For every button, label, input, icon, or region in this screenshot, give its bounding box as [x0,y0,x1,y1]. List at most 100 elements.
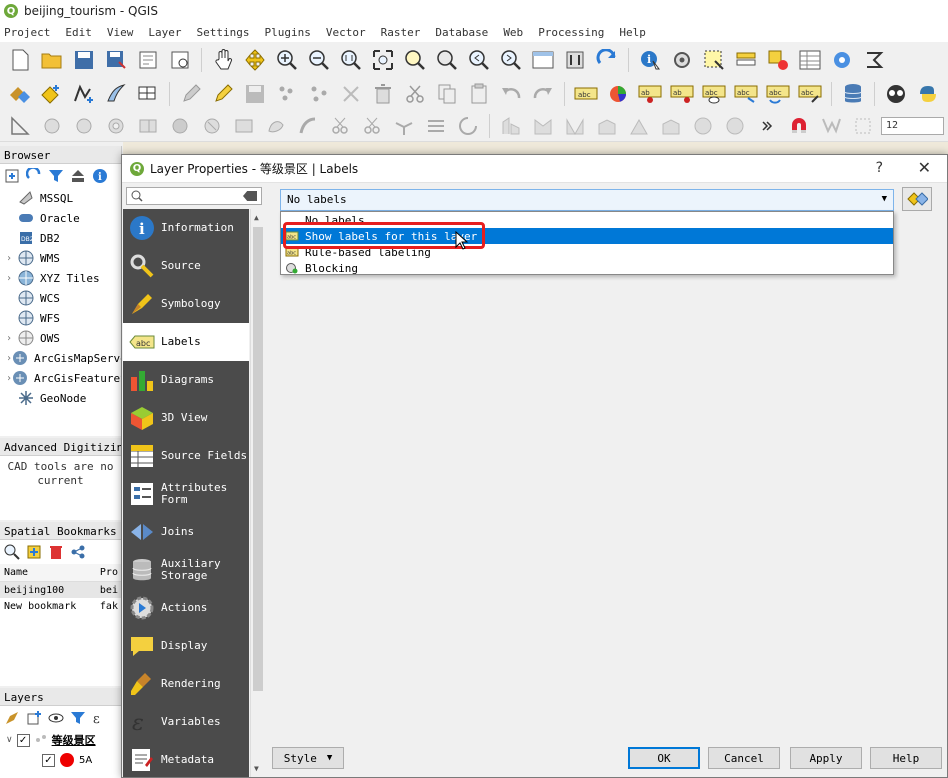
filter-legend-icon[interactable] [70,710,86,726]
manage-map-themes-icon[interactable] [48,710,64,726]
add-raster-layer-icon[interactable] [102,80,130,108]
add-point-feature-icon[interactable] [273,80,301,108]
open-project-icon[interactable] [38,46,66,74]
save-project-icon[interactable] [70,46,98,74]
shape-digitize-8-icon[interactable] [721,112,749,140]
column-header-project[interactable]: Pro [100,567,121,578]
menu-plugins[interactable]: Plugins [264,26,310,39]
select-features-icon[interactable] [700,46,728,74]
layer-item-checkbox[interactable]: ✓ [42,753,55,767]
snapping-mode-icon[interactable] [817,112,845,140]
shape-digitize-4-icon[interactable] [593,112,621,140]
run-feature-action-icon[interactable] [668,46,696,74]
add-selected-layers-icon[interactable] [4,168,20,184]
tab-source[interactable]: Source [123,247,249,285]
tab-rendering[interactable]: Rendering [123,665,249,703]
split-parts-icon[interactable] [358,112,386,140]
browser-item-ows[interactable]: › OWS [0,328,121,348]
pin-labels-icon[interactable]: ab [668,80,696,108]
collapse-arrow-icon[interactable]: ∨ [6,735,13,745]
redo-icon[interactable] [529,80,557,108]
merge-attributes-icon[interactable] [422,112,450,140]
table-row[interactable]: beijing100 bei [0,582,121,598]
browser-item-xyz-tiles[interactable]: › XYZ Tiles [0,268,121,288]
menu-project[interactable]: Project [4,26,50,39]
layout-manager-icon[interactable] [166,46,194,74]
labeling-mode-select[interactable]: No labels ▼ [280,189,894,211]
scroll-up-icon[interactable]: ▲ [254,213,259,222]
open-attribute-table-icon[interactable] [796,46,824,74]
highlight-pinned-labels-icon[interactable]: ab [636,80,664,108]
browser-item-wcs[interactable]: WCS [0,288,121,308]
zoom-next-icon[interactable] [497,46,525,74]
tab-3d-view[interactable]: 3D View [123,399,249,437]
new-layer-icon[interactable] [38,80,66,108]
tab-joins[interactable]: Joins [123,513,249,551]
tab-symbology[interactable]: Symbology [123,285,249,323]
zoom-to-selection-icon[interactable] [401,46,429,74]
tab-actions[interactable]: Actions [123,589,249,627]
snapping-tolerance-input[interactable]: 12 [881,116,944,135]
vertex-tool-icon[interactable] [305,80,333,108]
new-map-view-icon[interactable] [529,46,557,74]
simplify-feature-icon[interactable] [70,112,98,140]
table-row[interactable]: New bookmark fak [0,598,121,614]
add-group-icon[interactable] [26,710,42,726]
menu-help[interactable]: Help [619,26,646,39]
tab-labels[interactable]: abc Labels [123,323,249,361]
rotate-label-icon[interactable]: abc [764,80,792,108]
help-button[interactable]: Help [870,747,942,769]
delete-bookmark-icon[interactable] [48,544,64,560]
undo-icon[interactable] [497,80,525,108]
browser-item-db2[interactable]: DB2 DB2 [0,228,121,248]
option-blocking[interactable]: Blocking [281,260,893,276]
filter-by-expression-icon[interactable]: ε [92,710,108,726]
zoom-to-bookmark-icon[interactable] [4,544,20,560]
zoom-native-icon[interactable] [337,46,365,74]
menu-layer[interactable]: Layer [148,26,181,39]
cancel-button[interactable]: Cancel [708,747,780,769]
menu-edit[interactable]: Edit [65,26,92,39]
layer-item-row[interactable]: ✓ 5A [0,750,121,770]
toggle-editing-pencil-icon[interactable] [209,80,237,108]
menu-raster[interactable]: Raster [381,26,421,39]
sidebar-scrollbar[interactable]: ▲ ▼ [250,209,264,777]
menu-vector[interactable]: Vector [326,26,366,39]
shape-digitize-7-icon[interactable] [689,112,717,140]
save-edits-icon[interactable] [241,80,269,108]
menu-processing[interactable]: Processing [538,26,604,39]
tab-metadata[interactable]: Metadata [123,741,249,777]
move-label-icon[interactable]: abc [732,80,760,108]
column-header-name[interactable]: Name [4,567,100,578]
db-manager-icon[interactable] [839,80,867,108]
temporal-controller-icon[interactable] [561,46,589,74]
rotate-feature-icon[interactable] [38,112,66,140]
close-icon[interactable]: ✕ [918,158,931,177]
zoom-out-icon[interactable] [305,46,333,74]
paste-features-icon[interactable] [465,80,493,108]
tab-auxiliary-storage[interactable]: Auxiliary Storage [123,551,249,589]
deselect-all-icon[interactable] [764,46,792,74]
menu-web[interactable]: Web [503,26,523,39]
layer-group-row[interactable]: ∨ ✓ 等级景区 [0,730,121,750]
browser-item-mssql[interactable]: MSSQL [0,188,121,208]
identify-features-icon[interactable]: i [636,46,664,74]
delete-part-icon[interactable] [230,112,258,140]
cut-features-icon[interactable] [401,80,429,108]
current-edits-icon[interactable] [177,80,205,108]
tab-attributes-form[interactable]: Attributes Form [123,475,249,513]
search-input[interactable] [126,187,262,205]
shape-digitize-2-icon[interactable] [529,112,557,140]
snapping-vertex-icon[interactable] [849,112,877,140]
merge-features-icon[interactable] [390,112,418,140]
collapse-all-icon[interactable] [70,168,86,184]
select-by-value-icon[interactable] [732,46,760,74]
add-mesh-layer-icon[interactable] [134,80,162,108]
save-as-icon[interactable] [102,46,130,74]
shape-digitize-6-icon[interactable] [657,112,685,140]
tab-variables[interactable]: ε Variables [123,703,249,741]
apply-button[interactable]: Apply [790,747,862,769]
ok-button[interactable]: OK [628,747,700,769]
modify-attributes-icon[interactable] [337,80,365,108]
new-project-icon[interactable] [6,46,34,74]
